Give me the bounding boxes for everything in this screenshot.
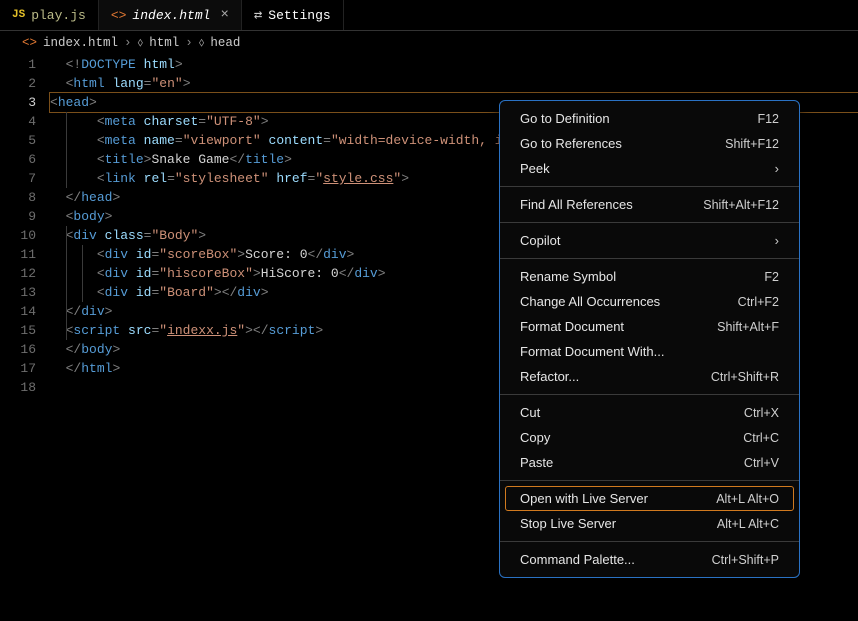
line-number: 7 bbox=[0, 169, 36, 188]
menu-copy[interactable]: CopyCtrl+C bbox=[500, 425, 799, 450]
breadcrumb-item[interactable]: head bbox=[210, 36, 240, 50]
line-number: 10 bbox=[0, 226, 36, 245]
menu-separator bbox=[500, 186, 799, 187]
chevron-right-icon: › bbox=[775, 161, 779, 176]
tab-index-html[interactable]: <> index.html × bbox=[99, 0, 242, 30]
menu-rename-symbol[interactable]: Rename SymbolF2 bbox=[500, 264, 799, 289]
tab-label: index.html bbox=[132, 8, 210, 23]
menu-separator bbox=[500, 258, 799, 259]
tab-label: Settings bbox=[268, 8, 330, 23]
line-number: 6 bbox=[0, 150, 36, 169]
close-icon[interactable]: × bbox=[220, 7, 228, 23]
tab-label: play.js bbox=[31, 8, 86, 23]
menu-separator bbox=[500, 541, 799, 542]
tab-play-js[interactable]: JS play.js bbox=[0, 0, 99, 30]
menu-paste[interactable]: PasteCtrl+V bbox=[500, 450, 799, 475]
html-icon: <> bbox=[22, 36, 37, 50]
brace-icon: ⬨ bbox=[138, 36, 144, 50]
line-number: 18 bbox=[0, 378, 36, 397]
breadcrumb-bar: <> index.html › ⬨ html › ⬨ head bbox=[0, 31, 858, 55]
menu-open-live-server[interactable]: Open with Live ServerAlt+L Alt+O bbox=[505, 486, 794, 511]
menu-goto-references[interactable]: Go to ReferencesShift+F12 bbox=[500, 131, 799, 156]
line-number: 14 bbox=[0, 302, 36, 321]
context-menu: Go to DefinitionF12 Go to ReferencesShif… bbox=[499, 100, 800, 578]
code-line[interactable]: <!DOCTYPE html> bbox=[50, 55, 858, 74]
line-number: 5 bbox=[0, 131, 36, 150]
breadcrumb-item[interactable]: index.html bbox=[43, 36, 118, 50]
menu-peek[interactable]: Peek› bbox=[500, 156, 799, 181]
menu-stop-live-server[interactable]: Stop Live ServerAlt+L Alt+C bbox=[500, 511, 799, 536]
menu-format-document-with[interactable]: Format Document With... bbox=[500, 339, 799, 364]
line-number: 3 bbox=[0, 93, 36, 112]
menu-separator bbox=[500, 222, 799, 223]
line-number: 17 bbox=[0, 359, 36, 378]
tab-settings[interactable]: ⇄ Settings bbox=[242, 0, 344, 30]
menu-separator bbox=[500, 480, 799, 481]
line-number-gutter: 1 2 3 4 5 6 7 8 9 10 11 12 13 14 15 16 1… bbox=[0, 55, 50, 397]
line-number: 16 bbox=[0, 340, 36, 359]
js-icon: JS bbox=[12, 9, 25, 21]
code-line[interactable]: <html lang="en"> bbox=[50, 74, 858, 93]
line-number: 13 bbox=[0, 283, 36, 302]
line-number: 1 bbox=[0, 55, 36, 74]
menu-copilot[interactable]: Copilot› bbox=[500, 228, 799, 253]
editor-tabs: JS play.js <> index.html × ⇄ Settings bbox=[0, 0, 858, 31]
line-number: 12 bbox=[0, 264, 36, 283]
menu-find-all-references[interactable]: Find All ReferencesShift+Alt+F12 bbox=[500, 192, 799, 217]
line-number: 15 bbox=[0, 321, 36, 340]
menu-change-all-occurrences[interactable]: Change All OccurrencesCtrl+F2 bbox=[500, 289, 799, 314]
chevron-right-icon: › bbox=[185, 36, 193, 50]
brace-icon: ⬨ bbox=[199, 36, 205, 50]
menu-refactor[interactable]: Refactor...Ctrl+Shift+R bbox=[500, 364, 799, 389]
menu-separator bbox=[500, 394, 799, 395]
breadcrumb-item[interactable]: html bbox=[149, 36, 179, 50]
line-number: 9 bbox=[0, 207, 36, 226]
settings-icon: ⇄ bbox=[254, 7, 262, 24]
chevron-right-icon: › bbox=[775, 233, 779, 248]
line-number: 11 bbox=[0, 245, 36, 264]
chevron-right-icon: › bbox=[124, 36, 132, 50]
line-number: 4 bbox=[0, 112, 36, 131]
menu-format-document[interactable]: Format DocumentShift+Alt+F bbox=[500, 314, 799, 339]
html-icon: <> bbox=[111, 8, 127, 23]
menu-cut[interactable]: CutCtrl+X bbox=[500, 400, 799, 425]
menu-goto-definition[interactable]: Go to DefinitionF12 bbox=[500, 106, 799, 131]
line-number: 8 bbox=[0, 188, 36, 207]
line-number: 2 bbox=[0, 74, 36, 93]
menu-command-palette[interactable]: Command Palette...Ctrl+Shift+P bbox=[500, 547, 799, 572]
